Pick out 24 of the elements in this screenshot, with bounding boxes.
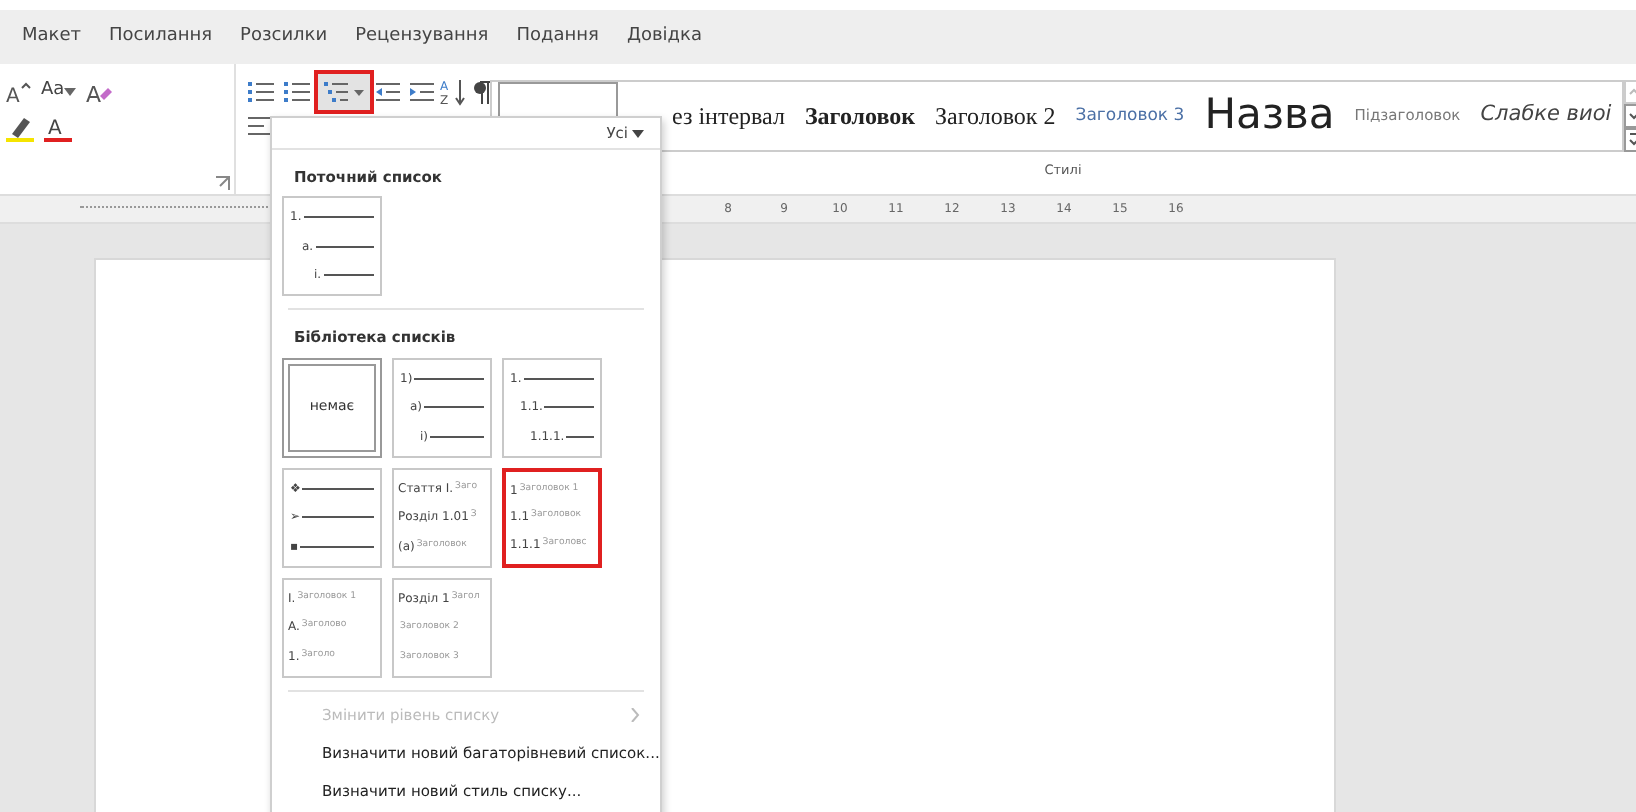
style-item[interactable]: Назва: [1194, 84, 1345, 148]
style-item[interactable]: Заголовок 3: [1065, 103, 1195, 129]
multilevel-list-button[interactable]: [318, 73, 370, 109]
align-left-icon[interactable]: [245, 113, 273, 138]
numbering-icon[interactable]: [281, 77, 314, 105]
increase-indent-icon[interactable]: [407, 79, 435, 103]
style-item[interactable]: ез інтервал: [662, 98, 795, 134]
menu-tab[interactable]: Макет: [8, 11, 95, 63]
caret-icon: [64, 87, 77, 95]
menu-tab[interactable]: Довідка: [612, 11, 716, 63]
style-item[interactable]: Заголовок: [794, 98, 926, 134]
menu-tab[interactable]: Розсилки: [226, 11, 342, 63]
menu-tab[interactable]: Подання: [502, 11, 613, 63]
highlighter-icon[interactable]: [4, 113, 37, 142]
change-case-button[interactable]: Aa: [37, 73, 81, 109]
decrease-indent-icon[interactable]: [374, 79, 403, 103]
pilcrow-icon[interactable]: [472, 79, 492, 103]
dialog-launcher-icon[interactable]: [215, 175, 230, 190]
style-item[interactable]: Слабке виоі: [1470, 100, 1622, 132]
menu-tab[interactable]: Рецензування: [341, 11, 503, 63]
bullets-icon[interactable]: [245, 77, 277, 105]
menu-tab[interactable]: Посилання: [95, 11, 227, 63]
caret-icon: [632, 129, 644, 137]
style-item[interactable]: Заголовок 2: [925, 98, 1066, 134]
